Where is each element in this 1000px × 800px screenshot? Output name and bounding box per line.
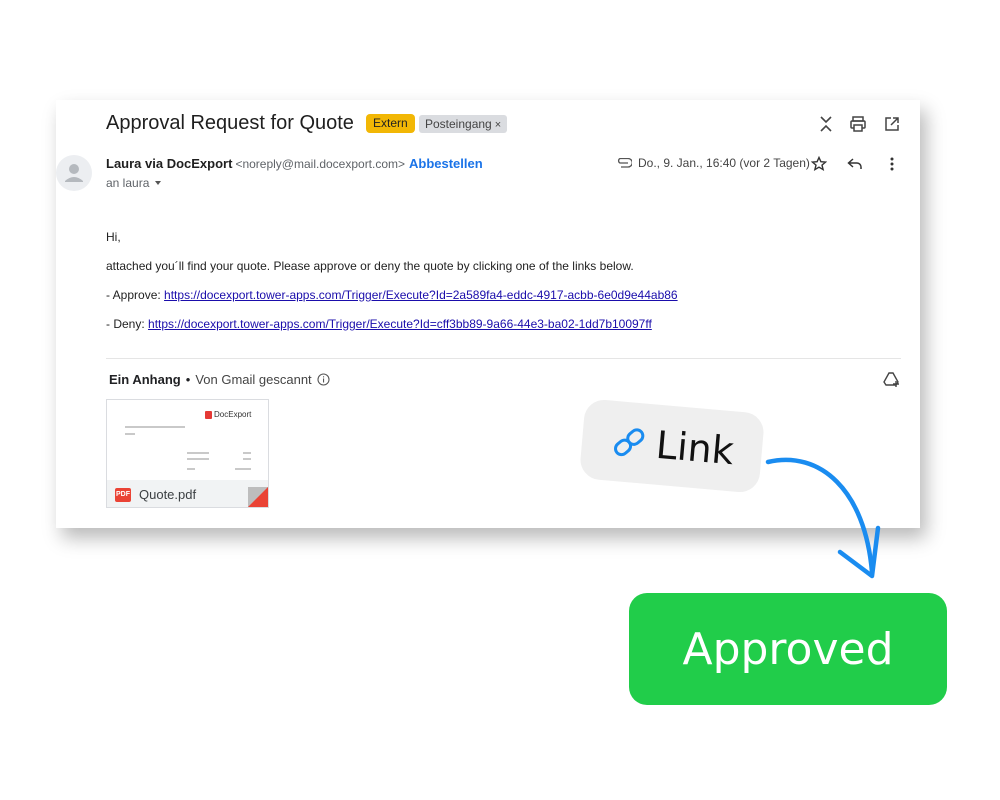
divider <box>106 358 901 359</box>
recipient-details[interactable]: an laura <box>106 176 163 190</box>
link-callout-label: Link <box>654 422 736 474</box>
thumbnail-line <box>187 458 209 460</box>
reply-icon[interactable] <box>845 154 865 174</box>
avatar[interactable] <box>56 155 92 191</box>
pdf-icon: PDF <box>115 487 131 502</box>
thumbnail-line <box>187 452 209 454</box>
open-new-window-icon[interactable] <box>882 114 902 134</box>
thumbnail-brand-text: DocExport <box>214 410 252 419</box>
docexport-logo-icon <box>205 410 212 419</box>
thumbnail-line <box>243 458 251 460</box>
attachment-footer: PDF Quote.pdf <box>107 480 268 507</box>
deny-prefix: - Deny: <box>106 317 145 331</box>
approve-prefix: - Approve: <box>106 288 161 302</box>
unsubscribe-link[interactable]: Abbestellen <box>409 156 483 171</box>
email-subject: Approval Request for Quote <box>106 112 354 134</box>
attachments-separator: • <box>185 372 191 387</box>
print-icon[interactable] <box>848 114 868 134</box>
info-icon[interactable] <box>317 373 330 386</box>
sender-email: <noreply@mail.docexport.com> <box>235 157 406 171</box>
approved-label: Approved <box>682 623 894 675</box>
thumbnail-line <box>243 452 251 454</box>
label-inbox-text: Posteingang <box>425 117 492 131</box>
sender-line: Laura via DocExport <noreply@mail.docexpo… <box>106 156 405 171</box>
email-date-text: Do., 9. Jan., 16:40 (vor 2 Tagen) <box>638 156 810 170</box>
star-icon[interactable] <box>809 154 829 174</box>
deny-link[interactable]: https://docexport.tower-apps.com/Trigger… <box>148 317 652 331</box>
sender-name[interactable]: Laura via DocExport <box>106 156 232 171</box>
thumbnail-brand: DocExport <box>205 410 251 419</box>
recipient-text: an laura <box>106 176 150 190</box>
email-date: Do., 9. Jan., 16:40 (vor 2 Tagen) <box>616 156 810 170</box>
drive-add-icon[interactable] <box>882 370 902 390</box>
attachment-card[interactable]: DocExport PDF Quote.pdf <box>106 399 269 508</box>
label-inbox-badge[interactable]: Posteingang × <box>419 115 508 133</box>
remove-label-icon[interactable]: × <box>495 119 501 131</box>
more-vert-icon[interactable] <box>882 154 902 174</box>
body-intro: attached you´ll find your quote. Please … <box>106 259 634 273</box>
approved-status-button: Approved <box>629 593 947 705</box>
attachments-header: Ein Anhang • Von Gmail gescannt <box>109 372 330 387</box>
collapse-icon[interactable] <box>816 114 836 134</box>
chevron-down-icon <box>155 181 162 185</box>
attachments-title: Ein Anhang <box>109 372 181 387</box>
avatar-icon <box>65 164 83 182</box>
thumbnail-line <box>125 433 135 435</box>
label-extern-badge[interactable]: Extern <box>366 114 415 133</box>
attachment-clip-icon <box>618 158 632 168</box>
thumbnail-line <box>125 426 185 428</box>
page-fold-decoration <box>248 487 268 507</box>
curved-arrow-icon <box>765 457 881 579</box>
link-icon <box>614 428 645 457</box>
approve-line: - Approve: https://docexport.tower-apps.… <box>106 288 678 302</box>
deny-line: - Deny: https://docexport.tower-apps.com… <box>106 317 652 331</box>
thumbnail-line <box>235 468 251 470</box>
approve-link[interactable]: https://docexport.tower-apps.com/Trigger… <box>164 288 678 302</box>
link-callout: Link <box>578 398 766 494</box>
thumbnail-line <box>187 468 195 470</box>
attachment-file-name: Quote.pdf <box>139 487 197 502</box>
scan-note: Von Gmail gescannt <box>195 372 312 387</box>
body-greeting: Hi, <box>106 230 121 244</box>
